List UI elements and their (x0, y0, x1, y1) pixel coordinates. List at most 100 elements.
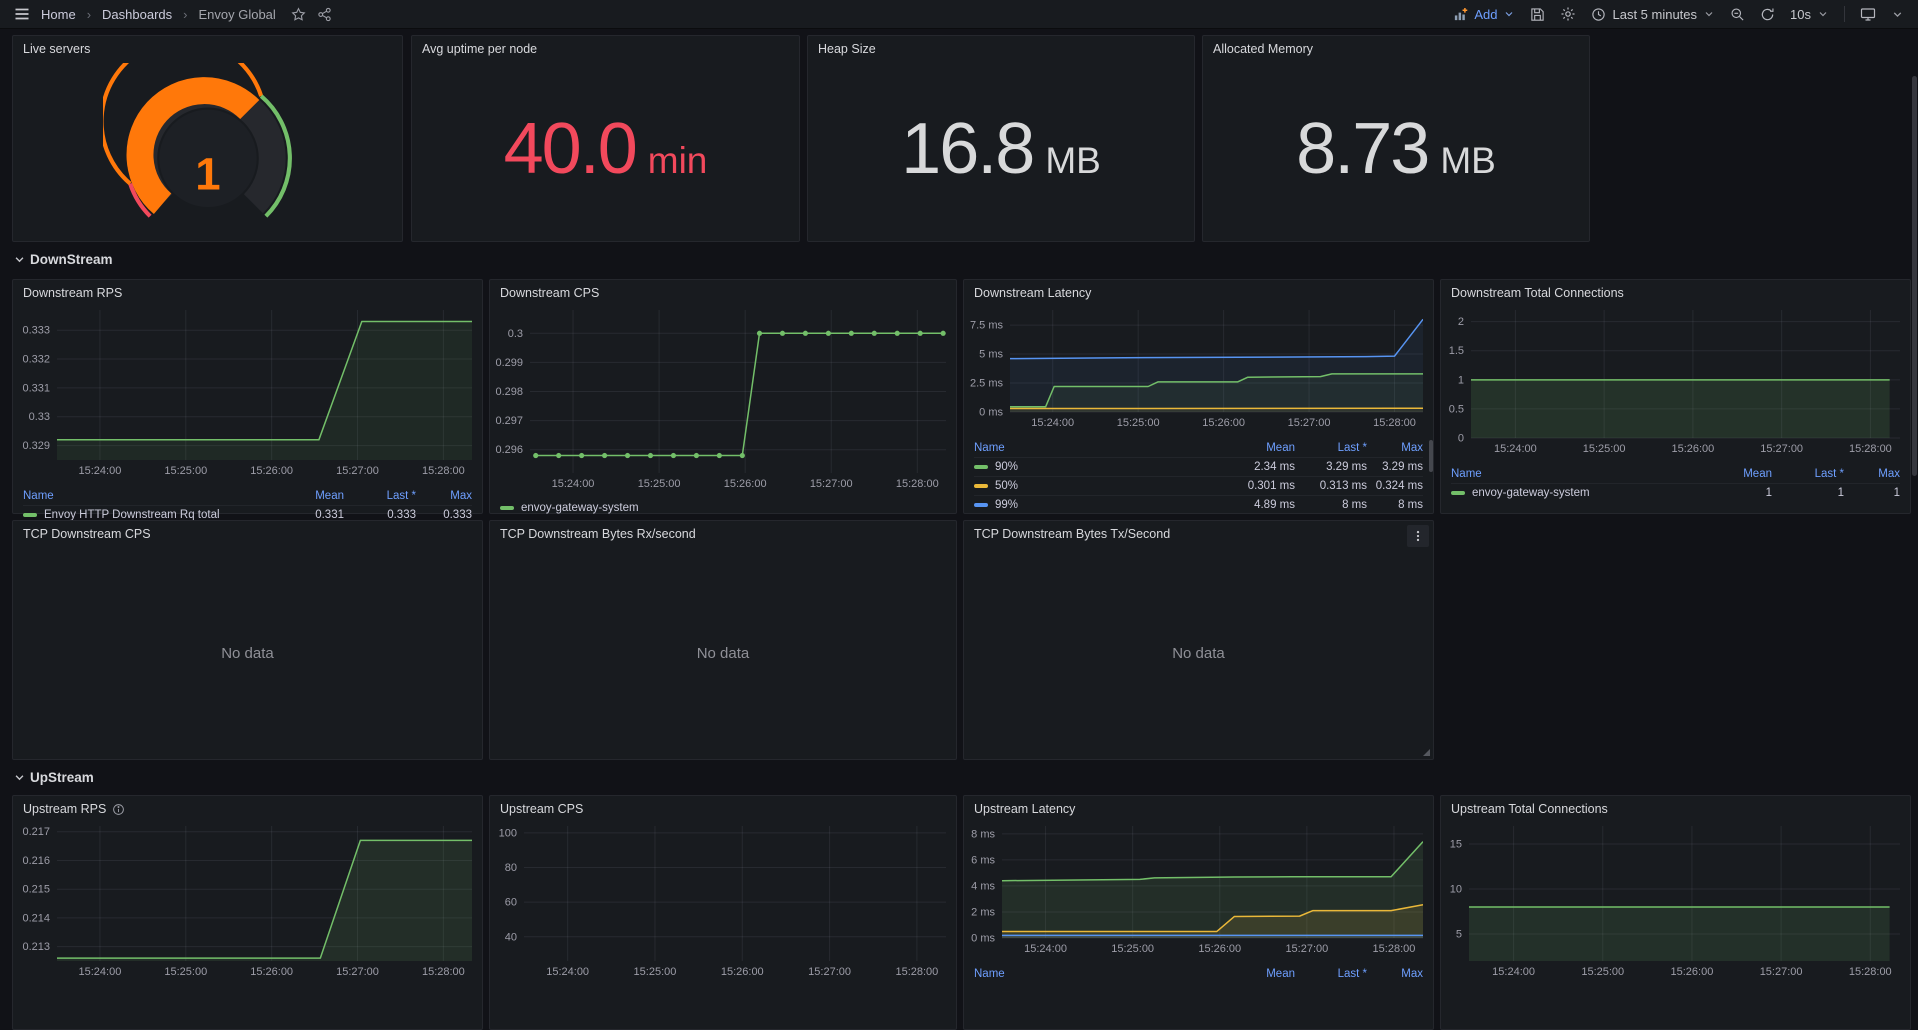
panel-downstream-total-connections: Downstream Total Connections 15:24:0015:… (1440, 279, 1911, 514)
legend-value: 0.313 ms (1295, 480, 1367, 492)
downstream-cps-chart[interactable]: 15:24:0015:25:0015:26:0015:27:0015:28:00… (490, 306, 956, 514)
legend-row[interactable]: 90%2.34 ms3.29 ms3.29 ms (974, 457, 1423, 476)
svg-text:15:27:00: 15:27:00 (1285, 943, 1328, 955)
stat-number: 16.8 (901, 113, 1033, 185)
panel-heap-size: Heap Size 16.8 MB (807, 35, 1195, 242)
upstream-total-connections-chart[interactable]: 15:24:0015:25:0015:26:0015:27:0015:28:00… (1441, 822, 1910, 986)
panel-title[interactable]: Allocated Memory (1203, 36, 1589, 62)
panel-menu-button[interactable] (1407, 525, 1429, 547)
legend-scrollbar[interactable] (1429, 440, 1433, 472)
breadcrumb-dashboards[interactable]: Dashboards (102, 7, 172, 22)
save-dashboard-icon[interactable] (1530, 7, 1545, 22)
panel-title[interactable]: Upstream Latency (964, 796, 1433, 822)
legend-row[interactable]: 50%0.301 ms0.313 ms0.324 ms (974, 476, 1423, 495)
upstream-latency-chart[interactable]: 15:24:0015:25:0015:26:0015:27:0015:28:00… (964, 822, 1433, 983)
series-name: envoy-gateway-system (521, 502, 639, 514)
svg-text:15:26:00: 15:26:00 (1202, 417, 1245, 429)
panel-tcp-downstream-cps: TCP Downstream CPS No data (12, 520, 483, 760)
panel-title[interactable]: Live servers (13, 36, 402, 62)
svg-text:0.3: 0.3 (508, 328, 523, 340)
panel-title[interactable]: Downstream CPS (490, 280, 956, 306)
svg-text:15:27:00: 15:27:00 (1288, 417, 1331, 429)
legend-column-header[interactable]: Mean (1223, 442, 1295, 454)
svg-text:15:26:00: 15:26:00 (250, 465, 293, 477)
panel-title[interactable]: Downstream RPS (13, 280, 482, 306)
svg-text:0: 0 (1458, 433, 1464, 445)
svg-text:15:25:00: 15:25:00 (1117, 417, 1160, 429)
chevron-down-icon[interactable] (1891, 8, 1904, 21)
downstream-total-connections-chart[interactable]: 15:24:0015:25:0015:26:0015:27:0015:28:00… (1441, 306, 1910, 502)
panel-title[interactable]: Downstream Total Connections (1441, 280, 1910, 306)
downstream-rps-chart[interactable]: 15:24:0015:25:0015:26:0015:27:0015:28:00… (13, 306, 482, 524)
panel-title-text: Downstream Total Connections (1451, 286, 1624, 300)
panel-title-text: TCP Downstream CPS (23, 527, 151, 541)
tv-kiosk-icon[interactable] (1860, 6, 1876, 22)
panel-title[interactable]: Upstream Total Connections (1441, 796, 1910, 822)
section-downstream[interactable]: DownStream (14, 252, 113, 267)
legend-row[interactable]: envoy-gateway-system111 (1451, 483, 1900, 502)
panel-downstream-latency: Downstream Latency 15:24:0015:25:0015:26… (963, 279, 1434, 514)
panel-title[interactable]: TCP Downstream Bytes Rx/second (490, 521, 956, 547)
svg-text:5 ms: 5 ms (979, 349, 1003, 361)
legend-column-header[interactable]: Max (1367, 442, 1423, 454)
svg-text:2: 2 (1458, 316, 1464, 328)
legend-header: NameMeanLast *Max (23, 486, 472, 505)
svg-text:15:26:00: 15:26:00 (250, 966, 293, 978)
menu-icon[interactable] (14, 6, 30, 22)
share-icon[interactable] (317, 7, 332, 22)
svg-text:15:26:00: 15:26:00 (1671, 443, 1714, 455)
panel-title[interactable]: Avg uptime per node (412, 36, 799, 62)
panel-title[interactable]: Downstream Latency (964, 280, 1433, 306)
panel-title[interactable]: Heap Size (808, 36, 1194, 62)
legend-column-header[interactable]: Last * (1295, 968, 1367, 980)
time-range-picker[interactable]: Last 5 minutes (1591, 7, 1715, 22)
refresh-icon[interactable] (1760, 7, 1775, 22)
panel-upstream-latency: Upstream Latency 15:24:0015:25:0015:26:0… (963, 795, 1434, 1030)
legend-column-header[interactable]: Max (1844, 468, 1900, 480)
zoom-out-icon[interactable] (1730, 7, 1745, 22)
panel-title[interactable]: Upstream CPS (490, 796, 956, 822)
svg-text:15:25:00: 15:25:00 (1581, 966, 1624, 978)
legend-row[interactable]: 99%4.89 ms8 ms8 ms (974, 495, 1423, 514)
legend-column-header[interactable]: Last * (1295, 442, 1367, 454)
section-upstream[interactable]: UpStream (14, 770, 94, 785)
panel-title[interactable]: TCP Downstream CPS (13, 521, 482, 547)
star-icon[interactable] (291, 7, 306, 22)
panel-avg-uptime: Avg uptime per node 40.0 min (411, 35, 800, 242)
panel-title[interactable]: Upstream RPS (13, 796, 482, 822)
svg-text:15:27:00: 15:27:00 (336, 465, 379, 477)
downstream-latency-chart[interactable]: 15:24:0015:25:0015:26:0015:27:0015:28:00… (964, 306, 1433, 514)
section-label: UpStream (30, 770, 94, 785)
panel-title-text: Live servers (23, 42, 90, 56)
legend-item[interactable]: envoy-gateway-system (500, 502, 639, 514)
svg-text:0.214: 0.214 (22, 912, 50, 924)
panel-title-text: TCP Downstream Bytes Tx/Second (974, 527, 1170, 541)
breadcrumb-home[interactable]: Home (41, 7, 76, 22)
panel-title[interactable]: TCP Downstream Bytes Tx/Second (964, 521, 1433, 547)
legend-value: 4.89 ms (1223, 499, 1295, 511)
legend-column-header[interactable]: Name (23, 490, 272, 502)
upstream-rps-chart[interactable]: 15:24:0015:25:0015:26:0015:27:0015:28:00… (13, 822, 482, 986)
upstream-cps-chart[interactable]: 15:24:0015:25:0015:26:0015:27:0015:28:00… (490, 822, 956, 986)
legend-column-header[interactable]: Last * (1772, 468, 1844, 480)
panel-tcp-downstream-bytes-tx: TCP Downstream Bytes Tx/Second No data (963, 520, 1434, 760)
svg-text:15:26:00: 15:26:00 (1198, 943, 1241, 955)
legend-column-header[interactable]: Mean (1700, 468, 1772, 480)
legend-column-header[interactable]: Mean (272, 490, 344, 502)
legend-column-header[interactable]: Max (416, 490, 472, 502)
legend-column-header[interactable]: Name (974, 442, 1223, 454)
settings-gear-icon[interactable] (1560, 6, 1576, 22)
refresh-interval-picker[interactable]: 10s (1790, 7, 1829, 22)
page-scrollbar[interactable] (1912, 76, 1917, 476)
panel-live-servers: Live servers 1 (12, 35, 403, 242)
info-icon[interactable] (112, 803, 125, 816)
legend-value: 0.324 ms (1367, 480, 1423, 492)
legend-column-header[interactable]: Last * (344, 490, 416, 502)
legend-column-header[interactable]: Name (1451, 468, 1700, 480)
legend-column-header[interactable]: Mean (1223, 968, 1295, 980)
legend-column-header[interactable]: Name (974, 968, 1223, 980)
legend-column-header[interactable]: Max (1367, 968, 1423, 980)
legend-value: 1 (1700, 487, 1772, 499)
panel-title-text: Heap Size (818, 42, 876, 56)
add-button[interactable]: Add (1453, 7, 1515, 22)
